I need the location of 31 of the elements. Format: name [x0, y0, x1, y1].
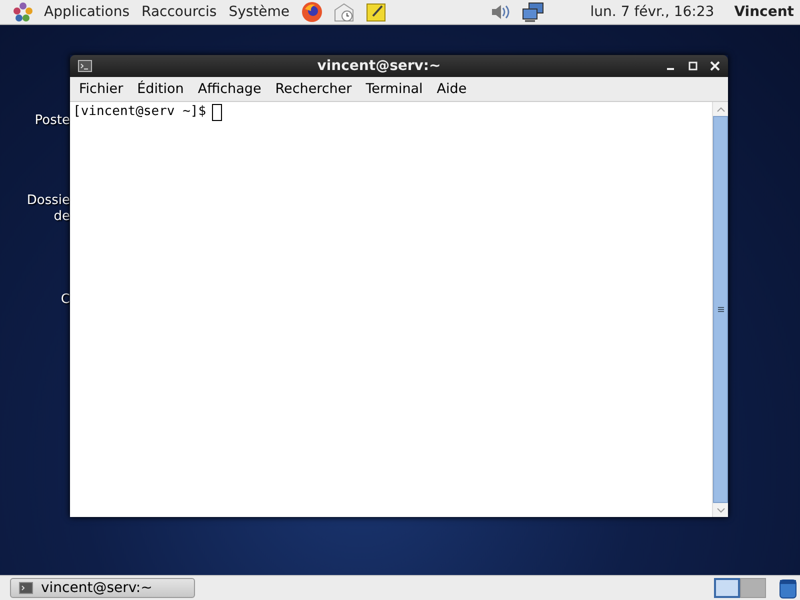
taskbar-button[interactable]: vincent@serv:~: [10, 578, 195, 598]
clock[interactable]: lun. 7 févr., 16:23: [590, 4, 714, 20]
text-cursor: [212, 104, 222, 121]
trash-icon[interactable]: [778, 577, 798, 599]
menu-item[interactable]: Aide: [430, 81, 474, 97]
speaker-icon[interactable]: [489, 2, 512, 22]
user-name[interactable]: Vincent: [734, 4, 794, 20]
grip-icon[interactable]: [718, 307, 724, 312]
desktop-icon-label[interactable]: C: [60, 292, 70, 308]
notepad-icon[interactable]: [364, 1, 387, 23]
panel-menu[interactable]: Raccourcis: [142, 4, 217, 20]
menu-item[interactable]: Rechercher: [268, 81, 359, 97]
workspace-button[interactable]: [714, 578, 740, 598]
flower-logo-icon[interactable]: [13, 2, 33, 22]
panel-menu[interactable]: Applications: [44, 4, 130, 20]
panel-menu[interactable]: Système: [228, 4, 290, 20]
shell-prompt: [vincent@serv ~]$: [73, 104, 206, 119]
menu-item[interactable]: Édition: [130, 81, 191, 97]
maximize-icon[interactable]: [688, 61, 698, 71]
menu-item[interactable]: Fichier: [72, 81, 130, 97]
desktop-icon-label[interactable]: Dossie: [26, 193, 70, 209]
menu-item[interactable]: Terminal: [358, 81, 430, 97]
menu-item[interactable]: Affichage: [190, 81, 268, 97]
window-title: vincent@serv:~: [316, 58, 442, 74]
terminal-icon: [78, 60, 92, 72]
close-icon[interactable]: [710, 61, 720, 71]
desktop-icon-label[interactable]: de: [54, 209, 70, 225]
network-computers-icon[interactable]: [521, 1, 546, 23]
scrollbar[interactable]: [712, 102, 728, 517]
terminal-icon: [19, 582, 33, 594]
desktop-icon-label[interactable]: Poste: [34, 113, 70, 129]
